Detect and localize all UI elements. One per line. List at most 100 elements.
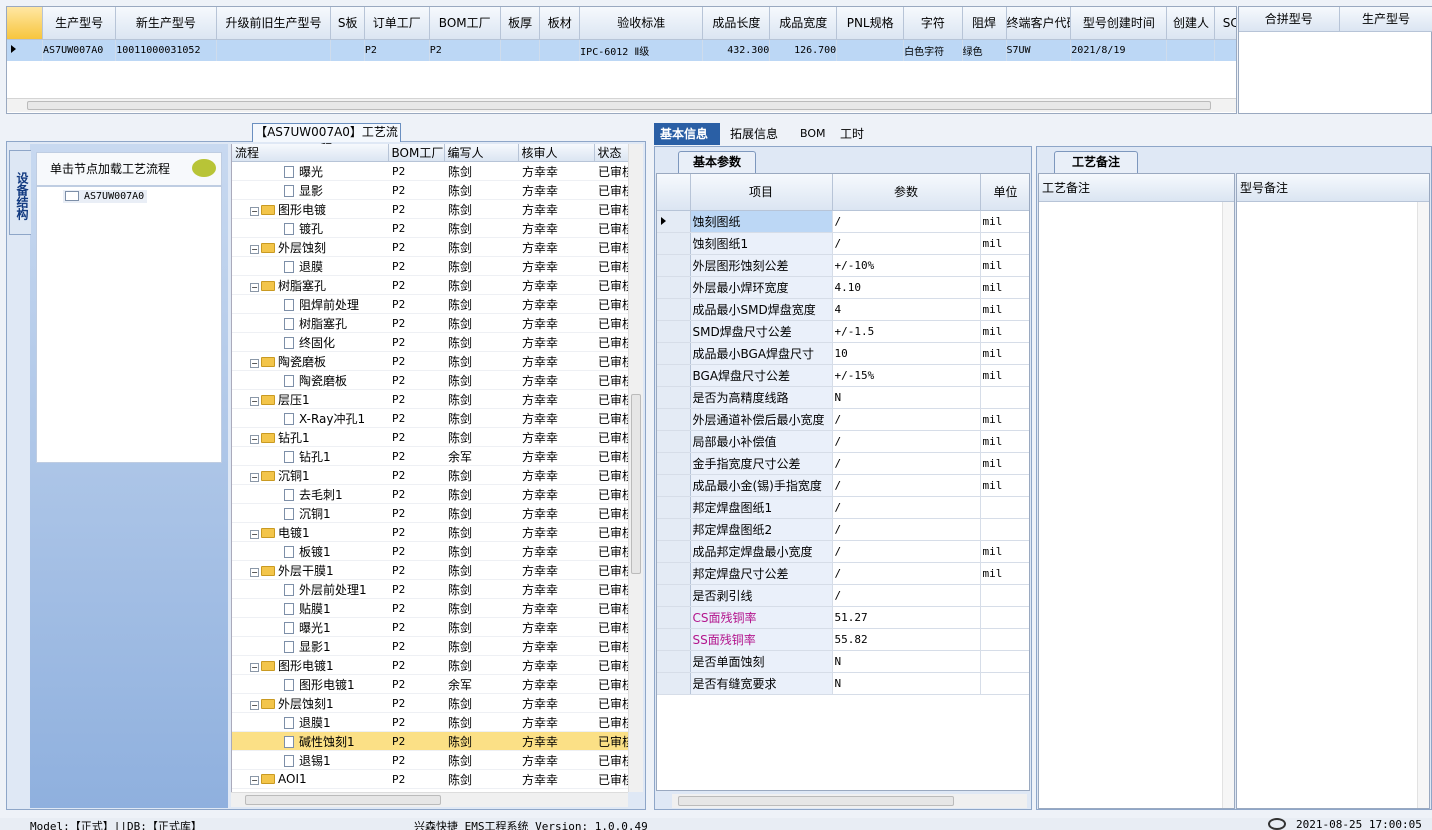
- table-row[interactable]: 是否剥引线 /: [657, 584, 1029, 607]
- col-header[interactable]: 字符: [903, 7, 963, 40]
- row-indicator[interactable]: [657, 584, 691, 607]
- param-value[interactable]: N: [832, 386, 981, 409]
- tree-node[interactable]: − AOI1: [232, 769, 388, 789]
- tree-node[interactable]: 镀孔: [232, 218, 388, 238]
- col-bom-factory[interactable]: BOM工厂: [388, 144, 445, 162]
- param-value[interactable]: /: [832, 562, 981, 585]
- collapse-icon[interactable]: −: [250, 776, 259, 785]
- row-indicator[interactable]: [657, 298, 691, 321]
- table-row[interactable]: − 陶瓷磨板 P2 陈剑 方幸幸 已审核: [232, 351, 643, 371]
- table-row[interactable]: AS7UW007A0 10011000031052 P2 P2 IPC-6012 Ⅱ级 4…: [7, 39, 1236, 61]
- col-item[interactable]: 项目: [690, 174, 833, 211]
- vertical-scrollbar[interactable]: [1222, 202, 1234, 808]
- col-header[interactable]: 验收标准: [579, 7, 704, 40]
- col-header[interactable]: 订单工厂: [364, 7, 430, 40]
- table-row[interactable]: 贴膜1 P2 陈剑 方幸幸 已审核: [232, 598, 643, 618]
- collapse-icon[interactable]: −: [250, 662, 259, 672]
- tree-node[interactable]: − 钻孔1: [232, 427, 388, 447]
- tab-process-notes[interactable]: 工艺备注: [1054, 151, 1138, 173]
- collapse-icon[interactable]: −: [250, 529, 259, 539]
- col-header[interactable]: 成品长度: [702, 7, 771, 40]
- table-row[interactable]: − 钻孔1 P2 陈剑 方幸幸 已审核: [232, 427, 643, 447]
- collapse-icon[interactable]: −: [250, 434, 259, 444]
- process-tree-grid[interactable]: 流程 BOM工厂 编写人 核审人 状态 曝光 P2 陈剑 方幸幸 已审核 显影 P2 陈剑 方幸…: [231, 144, 643, 792]
- table-row[interactable]: − 图形电镀1 P2 陈剑 方幸幸 已审核: [232, 655, 643, 675]
- col-header[interactable]: BOM工厂: [429, 7, 501, 40]
- tree-node[interactable]: 钻孔1: [232, 446, 388, 466]
- tree-node[interactable]: 图形电镀1: [232, 674, 388, 694]
- collapse-icon[interactable]: −: [250, 206, 259, 216]
- row-indicator[interactable]: [657, 364, 691, 387]
- table-row[interactable]: 图形电镀1 P2 余军 方幸幸 已审核: [232, 674, 643, 694]
- col-header[interactable]: 成品宽度: [769, 7, 838, 40]
- param-value[interactable]: +/-10%: [832, 254, 981, 277]
- scroll-thumb[interactable]: [631, 394, 641, 574]
- table-row[interactable]: 曝光1 P2 陈剑 方幸幸 已审核: [232, 617, 643, 637]
- table-row[interactable]: 成品邦定焊盘最小宽度 / mil: [657, 540, 1029, 563]
- tab-work-hours[interactable]: 工时: [834, 123, 870, 145]
- table-row[interactable]: − AOI1 P2 陈剑 方幸幸 已审核: [232, 769, 643, 789]
- table-row[interactable]: SMD焊盘尺寸公差 +/-1.5 mil: [657, 320, 1029, 343]
- collapse-icon[interactable]: −: [250, 472, 259, 482]
- param-value[interactable]: 51.27: [832, 606, 981, 629]
- col-header[interactable]: 生产型号: [42, 7, 117, 40]
- table-row[interactable]: 沉铜1 P2 陈剑 方幸幸 已审核: [232, 503, 643, 523]
- table-row[interactable]: 钻孔1 P2 余军 方幸幸 已审核: [232, 446, 643, 466]
- param-value[interactable]: 55.82: [832, 628, 981, 651]
- table-row[interactable]: 阻焊前处理 P2 陈剑 方幸幸 已审核: [232, 294, 643, 314]
- tree-node[interactable]: 退锡1: [232, 750, 388, 770]
- table-row[interactable]: 金手指宽度尺寸公差 / mil: [657, 452, 1029, 475]
- col-unit[interactable]: 单位: [980, 174, 1029, 211]
- col-header[interactable]: 型号创建时间: [1070, 7, 1168, 40]
- table-row[interactable]: 曝光 P2 陈剑 方幸幸 已审核: [232, 161, 643, 181]
- production-model-header[interactable]: 生产型号: [1339, 7, 1432, 32]
- tab-basic-params[interactable]: 基本参数: [678, 151, 756, 173]
- param-value[interactable]: 4: [832, 298, 981, 321]
- tree-node[interactable]: − 外层蚀刻: [232, 237, 388, 257]
- table-row[interactable]: 蚀刻图纸 / mil: [657, 210, 1029, 233]
- row-indicator[interactable]: [657, 386, 691, 409]
- table-row[interactable]: 碱性蚀刻1 P2 陈剑 方幸幸 已审核: [232, 731, 643, 751]
- grid-corner[interactable]: [657, 174, 691, 211]
- scroll-thumb[interactable]: [27, 101, 1211, 110]
- param-value[interactable]: /: [832, 584, 981, 607]
- table-row[interactable]: − 外层干膜1 P2 陈剑 方幸幸 已审核: [232, 560, 643, 580]
- table-row[interactable]: 是否为高精度线路 N: [657, 386, 1029, 409]
- table-row[interactable]: 外层最小焊环宽度 4.10 mil: [657, 276, 1029, 299]
- table-row[interactable]: − 电镀1 P2 陈剑 方幸幸 已审核: [232, 522, 643, 542]
- tree-node[interactable]: 退膜1: [232, 712, 388, 732]
- tree-node[interactable]: − 图形电镀1: [232, 655, 388, 675]
- tree-node[interactable]: 去毛刺1: [232, 484, 388, 504]
- row-indicator[interactable]: [657, 254, 691, 277]
- tree-horizontal-scrollbar[interactable]: [231, 792, 628, 807]
- param-value[interactable]: N: [832, 672, 981, 695]
- tree-node[interactable]: 碱性蚀刻1: [232, 731, 388, 751]
- tree-node[interactable]: 显影1: [232, 636, 388, 656]
- table-row[interactable]: 终固化 P2 陈剑 方幸幸 已审核: [232, 332, 643, 352]
- grid-corner[interactable]: [7, 7, 44, 40]
- table-cell[interactable]: P2: [429, 39, 501, 61]
- param-grid[interactable]: 项目 参数 单位 蚀刻图纸 / mil 蚀刻图纸1/mil 外层图形蚀刻公差 +/-10%…: [656, 173, 1030, 791]
- tree-node[interactable]: 板镀1: [232, 541, 388, 561]
- tab-bom[interactable]: BOM: [794, 123, 832, 145]
- table-row[interactable]: X-Ray冲孔1 P2 陈剑 方幸幸 已审核: [232, 408, 643, 428]
- table-cell[interactable]: [539, 39, 581, 61]
- table-cell[interactable]: [1214, 39, 1236, 61]
- table-row[interactable]: 镀孔 P2 陈剑 方幸幸 已审核: [232, 218, 643, 238]
- table-cell[interactable]: 126.700: [769, 39, 838, 61]
- tree-node[interactable]: 外层前处理1: [232, 579, 388, 599]
- tree-node[interactable]: 曝光: [232, 161, 388, 181]
- param-value[interactable]: 4.10: [832, 276, 981, 299]
- vertical-scrollbar[interactable]: [1417, 202, 1429, 808]
- tree-node[interactable]: 沉铜1: [232, 503, 388, 523]
- row-indicator[interactable]: [657, 342, 691, 365]
- param-value[interactable]: 10: [832, 342, 981, 365]
- param-value[interactable]: /: [832, 540, 981, 563]
- col-param[interactable]: 参数: [832, 174, 981, 211]
- param-value[interactable]: /: [832, 452, 981, 475]
- tree-node[interactable]: − 陶瓷磨板: [232, 351, 388, 371]
- param-value[interactable]: N: [832, 650, 981, 673]
- scroll-thumb[interactable]: [678, 796, 954, 806]
- tree-node[interactable]: 退膜: [232, 256, 388, 276]
- row-indicator[interactable]: [657, 232, 691, 255]
